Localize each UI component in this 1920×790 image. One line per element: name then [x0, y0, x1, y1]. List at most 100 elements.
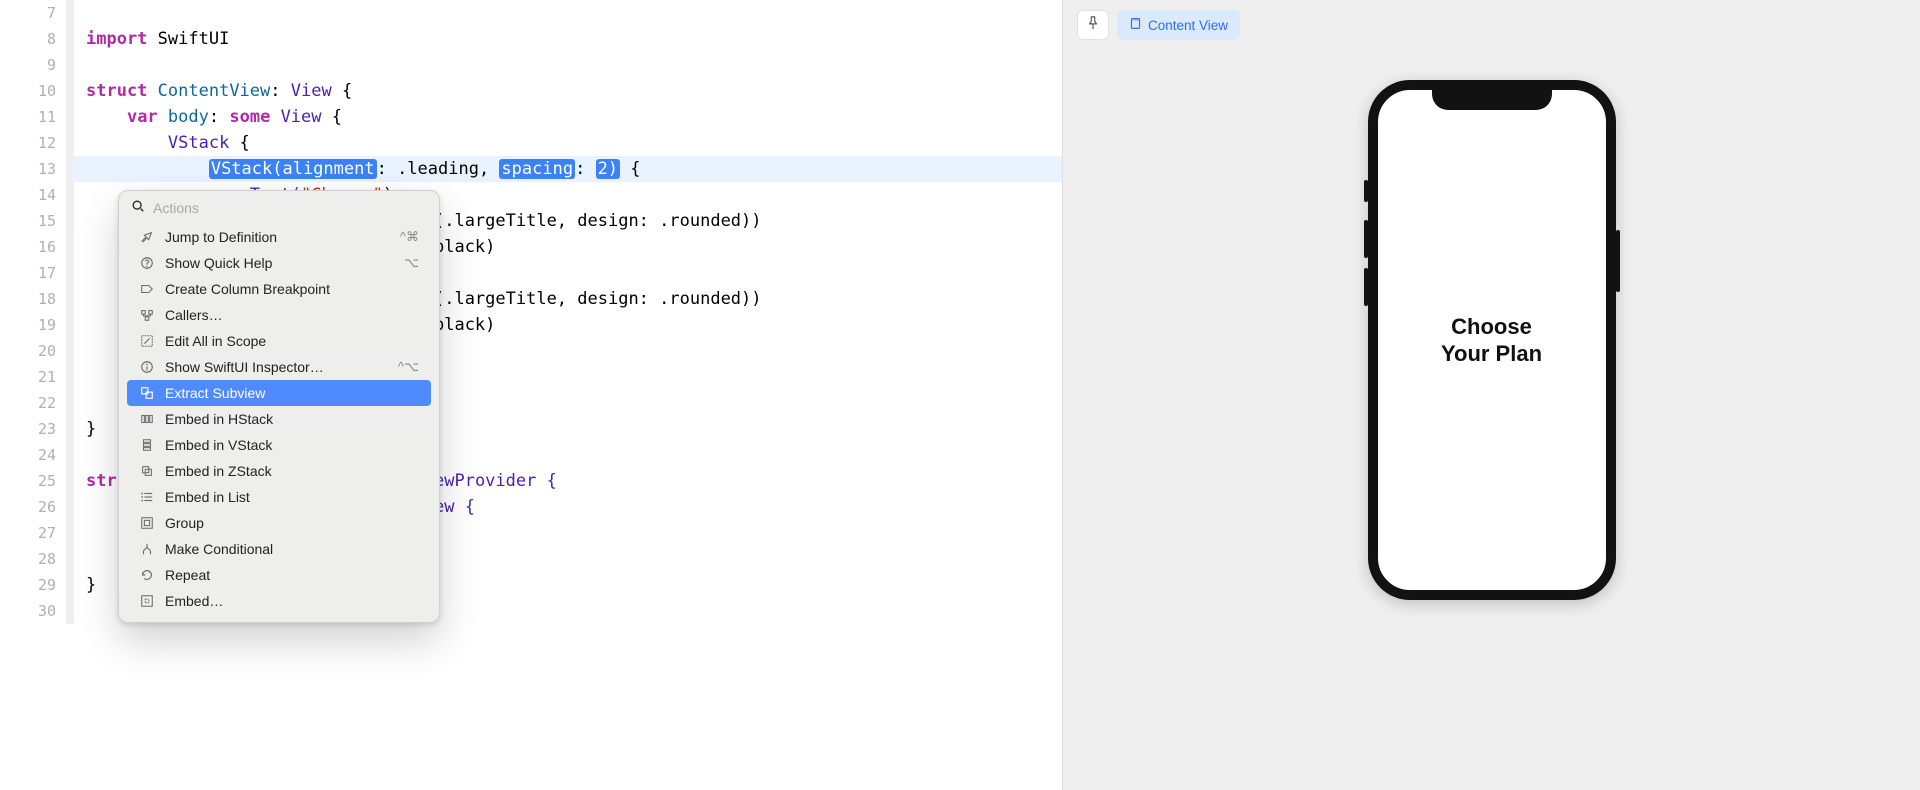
menu-item[interactable]: Embed in VStack	[127, 432, 431, 458]
menu-item[interactable]: Make Conditional	[127, 536, 431, 562]
menu-item[interactable]: Embed in HStack	[127, 406, 431, 432]
callers-icon	[139, 307, 155, 323]
vstack-icon	[139, 437, 155, 453]
keyword: var	[127, 107, 158, 127]
property: body	[168, 107, 209, 127]
brace: {	[332, 81, 352, 101]
definition-icon	[139, 229, 155, 245]
code-line[interactable]	[74, 0, 1062, 26]
pin-icon	[1086, 16, 1100, 35]
menu-item[interactable]: Jump to Definition^⌘	[127, 224, 431, 250]
keyword: some	[229, 107, 270, 127]
indent	[86, 159, 209, 179]
line-number: 27	[0, 520, 74, 546]
keyword: import	[86, 29, 147, 49]
code-line[interactable]: struct ContentView: View {	[74, 78, 1062, 104]
menu-item[interactable]: Show Quick Help ⌥	[127, 250, 431, 276]
code-line[interactable]: var body: some View {	[74, 104, 1062, 130]
call: VStack	[168, 133, 229, 153]
menu-item[interactable]: Edit All in Scope	[127, 328, 431, 354]
menu-item[interactable]: Embed in List	[127, 484, 431, 510]
menu-item[interactable]: Embed in ZStack	[127, 458, 431, 484]
type-ref: View	[291, 81, 332, 101]
menu-item-label: Group	[165, 515, 419, 531]
selection: spacing	[499, 159, 575, 179]
menu-item[interactable]: Extract Subview	[127, 380, 431, 406]
line-number: 11	[0, 104, 74, 130]
line-number: 8	[0, 26, 74, 52]
preview-toolbar: Content View	[1077, 10, 1240, 40]
line-number: 23	[0, 416, 74, 442]
menu-item-label: Embed in List	[165, 489, 419, 505]
menu-item-label: Repeat	[165, 567, 419, 583]
line-number: 19	[0, 312, 74, 338]
menu-item[interactable]: Create Column Breakpoint	[127, 276, 431, 302]
menu-item-label: Embed in ZStack	[165, 463, 419, 479]
content-view-chip[interactable]: Content View	[1117, 10, 1240, 40]
punct: :	[270, 81, 290, 101]
code-actions-menu[interactable]: Jump to Definition^⌘ Show Quick Help ⌥ Crea…	[118, 190, 440, 623]
menu-item-label: Show Quick Help	[165, 255, 394, 271]
brace: {	[620, 159, 640, 179]
chip-label: Content View	[1148, 18, 1228, 33]
pin-button[interactable]	[1077, 10, 1109, 40]
type-ref: View	[281, 107, 322, 127]
line-number: 25	[0, 468, 74, 494]
tok: :	[575, 159, 595, 179]
preview-icon	[1129, 17, 1142, 33]
menu-item-label: Callers…	[165, 307, 419, 323]
line-number: 9	[0, 52, 74, 78]
brace: {	[322, 107, 342, 127]
zstack-icon	[139, 463, 155, 479]
line-number: 17	[0, 260, 74, 286]
menu-item[interactable]: Embed…	[127, 588, 431, 614]
line-number: 16	[0, 234, 74, 260]
search-icon	[131, 199, 145, 216]
code-line[interactable]	[74, 52, 1062, 78]
tok: stem(.largeTitle, design: .rounded))	[393, 289, 761, 309]
line-number: 14	[0, 182, 74, 208]
menu-item[interactable]: Group	[127, 510, 431, 536]
code-line[interactable]: VStack {	[74, 130, 1062, 156]
menu-search-input[interactable]	[153, 200, 427, 216]
selection: 2)	[596, 159, 620, 179]
preview-text-line2: Your Plan	[1441, 340, 1542, 368]
group-icon	[139, 515, 155, 531]
indent	[86, 107, 127, 127]
line-number: 28	[0, 546, 74, 572]
list-icon	[139, 489, 155, 505]
menu-item-shortcut: ^⌘	[400, 229, 419, 245]
menu-item[interactable]: Show SwiftUI Inspector… ^⌥	[127, 354, 431, 380]
line-number: 10	[0, 78, 74, 104]
menu-item[interactable]: Repeat	[127, 562, 431, 588]
line-gutter: 7891011121314151617181920212223242526272…	[0, 0, 74, 790]
line-number: 29	[0, 572, 74, 598]
breakpoint-icon	[139, 281, 155, 297]
line-number: 22	[0, 390, 74, 416]
indent	[86, 133, 168, 153]
punct: :	[209, 107, 229, 127]
menu-item-label: Embed in VStack	[165, 437, 419, 453]
menu-item[interactable]: Callers…	[127, 302, 431, 328]
line-number: 12	[0, 130, 74, 156]
help-icon	[139, 255, 155, 271]
menu-item-shortcut: ^⌥	[398, 359, 419, 375]
menu-item-label: Embed…	[165, 593, 419, 609]
phone-silence-switch	[1364, 180, 1368, 202]
menu-item-label: Show SwiftUI Inspector…	[165, 359, 388, 375]
code-editor[interactable]: 7891011121314151617181920212223242526272…	[0, 0, 1062, 790]
code-line[interactable]: import SwiftUI	[74, 26, 1062, 52]
menu-item-shortcut: ⌥	[404, 255, 419, 271]
line-number: 13	[0, 156, 74, 182]
hstack-icon	[139, 411, 155, 427]
line-number: 24	[0, 442, 74, 468]
line-number: 15	[0, 208, 74, 234]
tok: stem(.largeTitle, design: .rounded))	[393, 211, 761, 231]
code-line-selected[interactable]: VStack(alignment: .leading, spacing: 2) …	[74, 156, 1062, 182]
identifier: SwiftUI	[158, 29, 230, 49]
device-preview: Choose Your Plan	[1368, 80, 1616, 600]
menu-item-label: Extract Subview	[165, 385, 419, 401]
menu-item-label: Embed in HStack	[165, 411, 419, 427]
menu-item-label: Make Conditional	[165, 541, 419, 557]
line-number: 7	[0, 0, 74, 26]
